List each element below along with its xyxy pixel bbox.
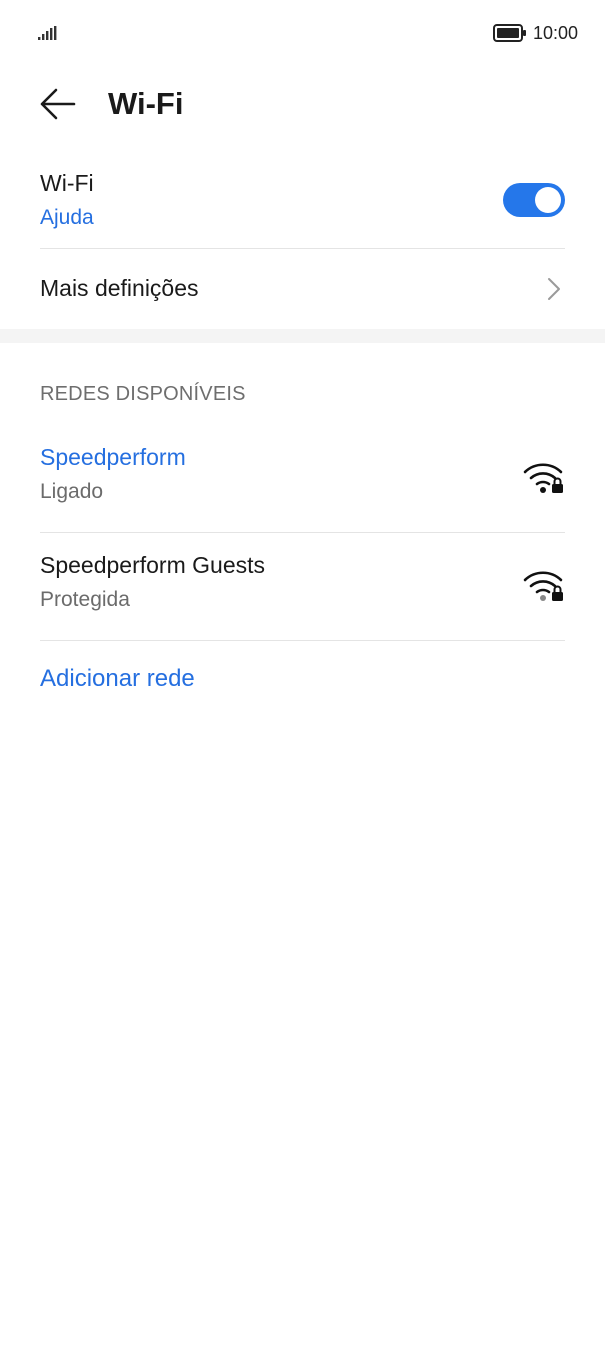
network-item-speedperform-guests[interactable]: Speedperform Guests Protegida xyxy=(40,532,565,641)
signal-bars-icon xyxy=(38,26,57,40)
wifi-toggle-row: Wi-Fi Ajuda xyxy=(40,166,565,249)
header: Wi-Fi xyxy=(0,78,605,130)
network-name: Speedperform Guests xyxy=(40,552,266,578)
status-bar: 10:00 xyxy=(0,0,605,64)
clock: 10:00 xyxy=(532,22,578,43)
chevron-right-icon xyxy=(548,278,560,300)
network-status: Protegida xyxy=(40,588,130,611)
status-right: 10:00 xyxy=(492,20,578,46)
battery-full-icon xyxy=(492,24,526,42)
wifi-toggle-switch[interactable] xyxy=(503,183,565,217)
more-settings-row[interactable]: Mais definições xyxy=(40,249,565,329)
help-link[interactable]: Ajuda xyxy=(40,206,94,230)
network-name: Speedperform xyxy=(40,444,186,470)
available-networks-header: REDES DISPONÍVEIS xyxy=(40,383,246,405)
network-item-speedperform[interactable]: Speedperform Ligado xyxy=(40,424,565,533)
more-settings-label: Mais definições xyxy=(40,275,199,301)
arrow-left-icon[interactable] xyxy=(38,84,78,124)
toggle-knob xyxy=(535,187,561,213)
add-network-link[interactable]: Adicionar rede xyxy=(40,665,195,693)
page-title: Wi-Fi xyxy=(108,86,184,121)
section-divider xyxy=(0,329,605,343)
wifi-locked-icon xyxy=(523,571,563,601)
wifi-label: Wi-Fi xyxy=(40,170,94,196)
wifi-locked-icon xyxy=(523,463,563,493)
network-status: Ligado xyxy=(40,480,104,503)
